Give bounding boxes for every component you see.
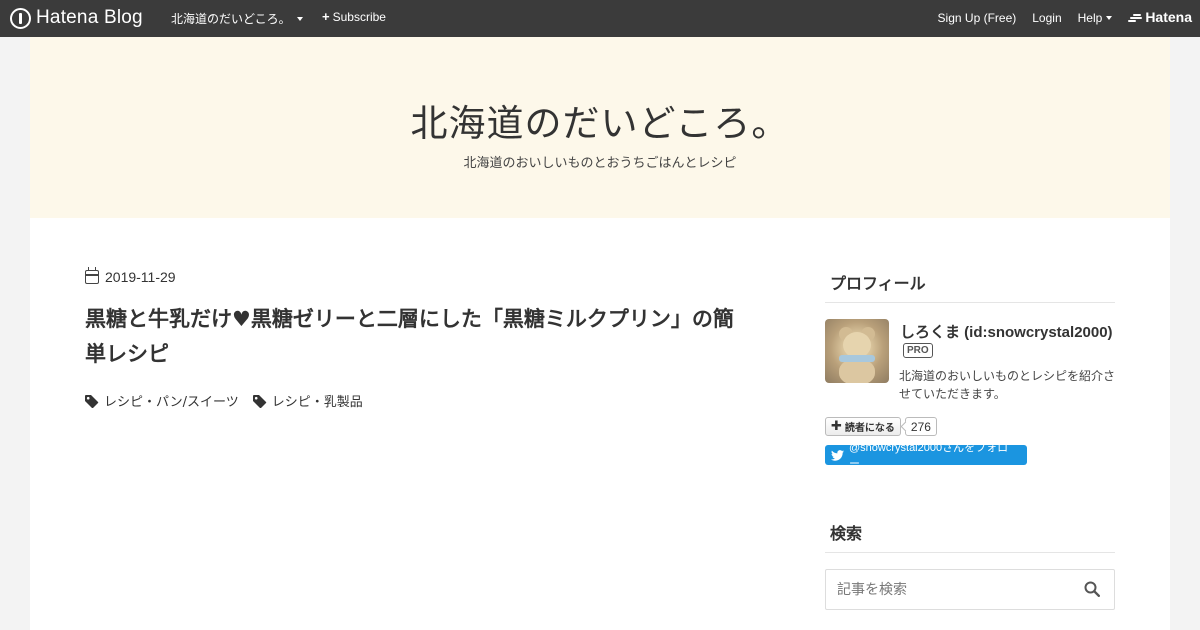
plus-icon: ✚	[831, 418, 842, 434]
hatena-blog-logo[interactable]: Hatena Blog	[10, 7, 143, 29]
hatena-logo-text: Hatena	[1145, 9, 1192, 25]
global-header: Hatena Blog 北海道のだいどころ。 + Subscribe Sign …	[0, 0, 1200, 37]
search-form	[825, 569, 1115, 610]
calendar-icon	[85, 267, 99, 284]
signup-link[interactable]: Sign Up (Free)	[938, 11, 1017, 25]
caret-down-icon	[296, 16, 303, 21]
hatena-logo[interactable]: Hatena	[1128, 9, 1192, 25]
global-nav-right: Sign Up (Free) Login Help Hatena	[922, 9, 1192, 25]
pro-badge[interactable]: PRO	[903, 343, 933, 358]
search-module: 検索	[825, 520, 1115, 610]
category-link[interactable]: レシピ・パン/スイーツ	[85, 391, 239, 410]
profile-name[interactable]: しろくま (id:snowcrystal2000)	[900, 321, 1113, 342]
category-label: レシピ・乳製品	[271, 395, 363, 410]
subscribe-button[interactable]: + Subscribe	[322, 10, 386, 24]
avatar[interactable]	[825, 319, 889, 383]
profile-description: 北海道のおいしいものとレシピを紹介させていただきます。	[899, 369, 1116, 401]
blog-header: 北海道のだいどころ。 北海道のおいしいものとおうちごはんとレシピ	[30, 37, 1170, 218]
help-label: Help	[1077, 10, 1103, 25]
blog-menu-label: 北海道のだいどころ。	[171, 12, 291, 26]
plus-icon: +	[322, 9, 330, 24]
subscribe-label: Subscribe	[332, 10, 386, 24]
reader-subscribe-label: 読者になる	[844, 423, 895, 434]
login-link[interactable]: Login	[1032, 11, 1061, 25]
profile-heading: プロフィール	[825, 270, 1115, 303]
twitter-follow-label: @snowcrystal2000さんをフォロー	[849, 442, 1009, 470]
category-link[interactable]: レシピ・乳製品	[252, 391, 363, 410]
search-input[interactable]	[826, 570, 1076, 609]
category-label: レシピ・パン/スイーツ	[104, 395, 239, 410]
subscribe-row: ✚ 読者になる 276	[825, 417, 937, 436]
tag-icon	[85, 394, 99, 408]
profile-module: プロフィール しろくま (id:snowcrystal2000) PRO 北海道…	[825, 270, 1115, 493]
main-content: 2019-11-29 黒糖と牛乳だけ♥黒糖ゼリーと二層にした「黒糖ミルクプリン」…	[30, 218, 1170, 630]
caret-down-icon	[1106, 15, 1113, 20]
blog-title[interactable]: 北海道のだいどころ。	[30, 93, 1170, 147]
blog-description: 北海道のおいしいものとおうちごはんとレシピ	[463, 156, 737, 171]
entry-categories: レシピ・パン/スイーツ レシピ・乳製品	[85, 391, 363, 410]
hatena-blog-logo-text: Hatena Blog	[36, 7, 143, 28]
twitter-follow-button[interactable]: @snowcrystal2000さんをフォロー	[825, 442, 1027, 470]
hatena-mark-icon	[1128, 13, 1143, 22]
search-heading: 検索	[825, 520, 1115, 553]
twitter-bird-icon	[831, 449, 844, 461]
help-menu[interactable]: Help	[1078, 11, 1113, 25]
hatena-blog-logo-icon	[10, 7, 31, 29]
search-icon[interactable]	[1084, 581, 1102, 599]
entry-date[interactable]: 2019-11-29	[85, 267, 176, 285]
entry-title[interactable]: 黒糖と牛乳だけ♥黒糖ゼリーと二層にした「黒糖ミルクプリン」の簡単レシピ	[85, 302, 745, 372]
reader-subscribe-button[interactable]: ✚ 読者になる	[825, 417, 901, 436]
tag-icon	[252, 394, 267, 408]
entry-date-text: 2019-11-29	[105, 269, 176, 285]
blog-menu-dropdown[interactable]: 北海道のだいどころ。	[171, 10, 303, 27]
subscriber-count[interactable]: 276	[904, 417, 937, 436]
profile-body: しろくま (id:snowcrystal2000) PRO 北海道のおいしいもの…	[825, 303, 1115, 493]
